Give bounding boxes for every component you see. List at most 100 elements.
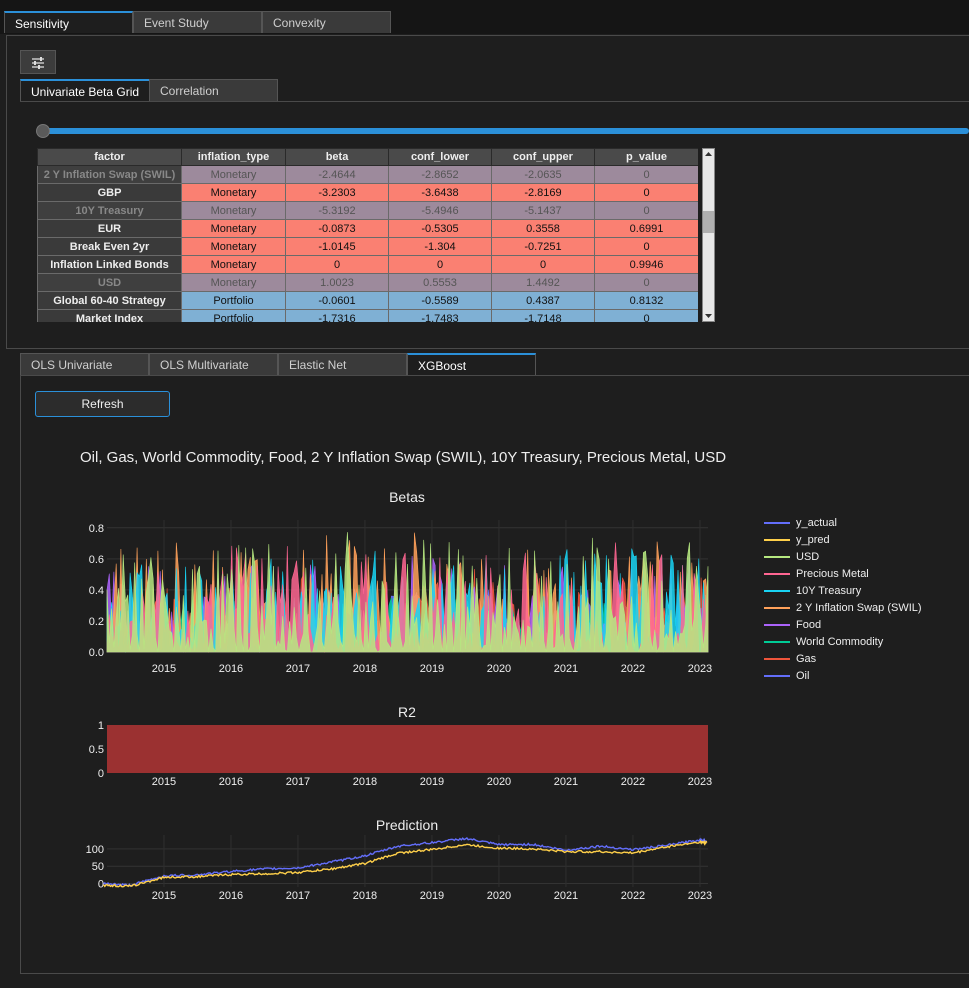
tab-ols-multivariate[interactable]: OLS Multivariate xyxy=(149,353,278,375)
y-tick-label: 0.8 xyxy=(89,523,104,535)
legend-item[interactable]: World Commodity xyxy=(764,633,922,650)
legend-swatch xyxy=(764,555,790,558)
legend-item[interactable]: 10Y Treasury xyxy=(764,582,922,599)
table-row[interactable]: 2 Y Inflation Swap (SWIL) Monetary -2.4644… xyxy=(37,165,698,184)
col-header-factor[interactable]: factor xyxy=(37,148,182,166)
refresh-button[interactable]: Refresh xyxy=(35,391,170,417)
legend-swatch xyxy=(764,589,790,592)
cell-factor: USD xyxy=(37,273,182,292)
tab-ols-univariate[interactable]: OLS Univariate xyxy=(20,353,149,375)
cell-p-value: 0.9946 xyxy=(594,255,698,274)
x-tick-label: 2016 xyxy=(219,776,243,788)
cell-conf-upper: -1.7148 xyxy=(491,309,595,322)
legend-label: 2 Y Inflation Swap (SWIL) xyxy=(796,601,922,614)
cell-factor: 10Y Treasury xyxy=(37,201,182,220)
col-header-conf-lower[interactable]: conf_lower xyxy=(388,148,492,166)
col-header-p-value[interactable]: p_value xyxy=(594,148,698,166)
legend-item[interactable]: Gas xyxy=(764,650,922,667)
tab-convexity[interactable]: Convexity xyxy=(262,11,391,33)
x-tick-label: 2020 xyxy=(487,890,511,902)
cell-conf-upper: -5.1437 xyxy=(491,201,595,220)
xgboost-charts: Betas 0.0 0.2 0.4 0.6 0.8 2015 2016 2017 2018 2019… xyxy=(86,489,713,902)
tab-correlation[interactable]: Correlation xyxy=(149,79,278,101)
legend-item[interactable]: USD xyxy=(764,548,922,565)
cell-inflation-type: Monetary xyxy=(181,183,286,202)
x-tick-label: 2017 xyxy=(286,776,310,788)
col-header-conf-upper[interactable]: conf_upper xyxy=(491,148,595,166)
legend-item[interactable]: Oil xyxy=(764,667,922,684)
tab-sensitivity[interactable]: Sensitivity xyxy=(4,11,133,33)
cell-conf-lower: -0.5305 xyxy=(388,219,492,238)
tab-elastic-net[interactable]: Elastic Net xyxy=(278,353,407,375)
cell-inflation-type: Portfolio xyxy=(181,309,286,322)
table-row[interactable]: 10Y Treasury Monetary -5.3192 -5.4946 -5.143… xyxy=(37,201,698,220)
range-slider-track[interactable] xyxy=(42,128,969,134)
chart-title-betas: Betas xyxy=(389,489,425,505)
table-row[interactable]: GBP Monetary -3.2303 -3.6438 -2.8169 0 xyxy=(37,183,698,202)
cell-factor: Global 60-40 Strategy xyxy=(37,291,182,310)
cell-conf-lower: -2.8652 xyxy=(388,165,492,184)
table-row[interactable]: Break Even 2yr Monetary -1.0145 -1.304 -0.72… xyxy=(37,237,698,256)
cell-beta: 1.0023 xyxy=(285,273,389,292)
cell-p-value: 0 xyxy=(594,165,698,184)
legend-swatch xyxy=(764,623,790,626)
cell-conf-upper: -2.8169 xyxy=(491,183,595,202)
range-slider-handle[interactable] xyxy=(36,124,50,138)
x-tick-label: 2015 xyxy=(152,890,176,902)
legend-label: USD xyxy=(796,550,820,563)
legend-item[interactable]: Food xyxy=(764,616,922,633)
cell-inflation-type: Monetary xyxy=(181,255,286,274)
cell-factor: Inflation Linked Bonds xyxy=(37,255,182,274)
legend-swatch xyxy=(764,538,790,541)
cell-conf-upper: 0.3558 xyxy=(491,219,595,238)
legend-item[interactable]: y_pred xyxy=(764,531,922,548)
table-row[interactable]: EUR Monetary -0.0873 -0.5305 0.3558 0.6991 xyxy=(37,219,698,238)
cell-beta: -3.2303 xyxy=(285,183,389,202)
x-tick-label: 2022 xyxy=(621,890,645,902)
cell-factor: Break Even 2yr xyxy=(37,237,182,256)
x-tick-label: 2018 xyxy=(353,663,377,675)
legend-item[interactable]: Precious Metal xyxy=(764,565,922,582)
x-tick-label: 2017 xyxy=(286,890,310,902)
y-tick-label: 0.4 xyxy=(89,585,104,597)
y-tick-label: 100 xyxy=(86,844,104,856)
cell-p-value: 0 xyxy=(594,237,698,256)
tab-event-study[interactable]: Event Study xyxy=(133,11,262,33)
grid-scrollbar[interactable] xyxy=(702,148,715,322)
x-tick-label: 2021 xyxy=(554,890,578,902)
col-header-inflation-type[interactable]: inflation_type xyxy=(181,148,286,166)
table-row[interactable]: Global 60-40 Strategy Portfolio -0.0601 -0.… xyxy=(37,291,698,310)
settings-toggle-button[interactable] xyxy=(20,50,56,74)
y-tick-label: 1 xyxy=(98,720,104,732)
y-tick-label: 0.6 xyxy=(89,554,104,566)
legend-item[interactable]: y_actual xyxy=(764,514,922,531)
main-tab-bar: Sensitivity Event Study Convexity xyxy=(0,0,969,34)
chart-title-prediction: Prediction xyxy=(376,817,438,833)
table-row[interactable]: Market Index Portfolio -1.7316 -1.7483 -1.71… xyxy=(37,309,698,322)
scrollbar-arrows-icon xyxy=(703,152,714,318)
table-row[interactable]: USD Monetary 1.0023 0.5553 1.4492 0 xyxy=(37,273,698,292)
cell-inflation-type: Monetary xyxy=(181,237,286,256)
cell-conf-upper: 0 xyxy=(491,255,595,274)
beta-grid: factor inflation_type beta conf_lower co… xyxy=(37,148,698,322)
cell-conf-upper: -0.7251 xyxy=(491,237,595,256)
prediction-line-y_actual xyxy=(103,837,708,888)
tab-univariate-beta-grid[interactable]: Univariate Beta Grid xyxy=(20,79,150,101)
col-header-beta[interactable]: beta xyxy=(285,148,389,166)
y-tick-label: 0.2 xyxy=(89,616,104,628)
x-tick-label: 2023 xyxy=(688,776,712,788)
cell-factor: Market Index xyxy=(37,309,182,322)
tab-xgboost[interactable]: XGBoost xyxy=(407,353,536,375)
x-tick-label: 2017 xyxy=(286,663,310,675)
x-tick-label: 2019 xyxy=(420,663,444,675)
table-row[interactable]: Inflation Linked Bonds Monetary 0 0 0 0.9946 xyxy=(37,255,698,274)
legend-item[interactable]: 2 Y Inflation Swap (SWIL) xyxy=(764,599,922,616)
y-tick-label: 0 xyxy=(98,768,104,780)
x-tick-label: 2023 xyxy=(688,663,712,675)
x-tick-label: 2018 xyxy=(353,776,377,788)
legend-swatch xyxy=(764,674,790,677)
x-tick-label: 2020 xyxy=(487,776,511,788)
cell-inflation-type: Monetary xyxy=(181,165,286,184)
legend-label: Oil xyxy=(796,669,810,682)
cell-beta: -1.7316 xyxy=(285,309,389,322)
